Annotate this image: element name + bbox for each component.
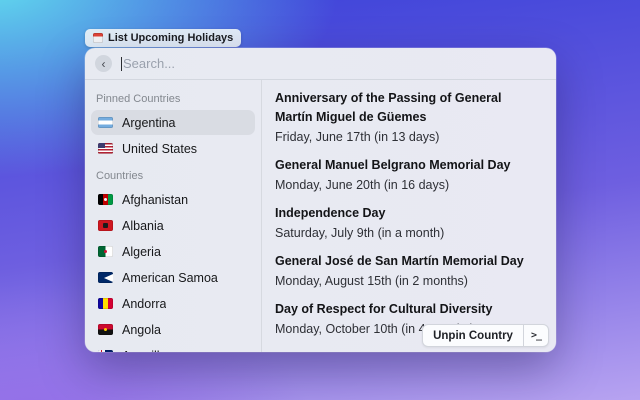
holidays-window: ‹ Pinned Countries Argentina United States… — [85, 48, 556, 352]
window-body: Pinned Countries Argentina United States Co… — [85, 80, 556, 352]
sidebar-item-afghanistan[interactable]: Afghanistan — [91, 187, 255, 212]
sidebar-item-anguilla[interactable]: Anguilla — [91, 343, 255, 352]
sidebar-item-algeria[interactable]: Algeria — [91, 239, 255, 264]
unpin-country-button[interactable]: Unpin Country — [423, 325, 523, 346]
section-header-countries: Countries — [96, 170, 250, 182]
angola-flag-icon — [98, 324, 113, 335]
albania-flag-icon — [98, 220, 113, 231]
american-samoa-flag-icon — [98, 272, 113, 283]
back-button[interactable]: ‹ — [95, 55, 112, 72]
command-pill[interactable]: List Upcoming Holidays — [85, 29, 241, 47]
holiday-title: General Manuel Belgrano Memorial Day — [275, 156, 542, 175]
holiday-date: Monday, June 20th (in 16 days) — [275, 176, 542, 195]
calendar-icon — [93, 33, 103, 43]
desktop-background: List Upcoming Holidays ‹ Pinned Countrie… — [0, 0, 640, 400]
sidebar-item-albania[interactable]: Albania — [91, 213, 255, 238]
sidebar-item-label: Argentina — [122, 116, 176, 130]
sidebar-item-andorra[interactable]: Andorra — [91, 291, 255, 316]
country-sidebar: Pinned Countries Argentina United States Co… — [85, 80, 262, 352]
holiday-title: General José de San Martín Memorial Day — [275, 252, 542, 271]
sidebar-item-label: Anguilla — [122, 349, 166, 353]
afghanistan-flag-icon — [98, 194, 113, 205]
search-input[interactable] — [123, 56, 546, 71]
sidebar-item-angola[interactable]: Angola — [91, 317, 255, 342]
holiday-date: Monday, August 15th (in 2 months) — [275, 272, 542, 291]
terminal-prompt-icon: >_ — [531, 330, 541, 341]
holiday-title: Anniversary of the Passing of General Ma… — [275, 89, 542, 127]
united-states-flag-icon — [98, 143, 113, 154]
algeria-flag-icon — [98, 246, 113, 257]
anguilla-flag-icon — [98, 350, 113, 352]
holiday-item: General José de San Martín Memorial DayM… — [275, 252, 542, 291]
argentina-flag-icon — [98, 117, 113, 128]
sidebar-item-argentina[interactable]: Argentina — [91, 110, 255, 135]
sidebar-item-label: Albania — [122, 219, 164, 233]
search-header: ‹ — [85, 48, 556, 80]
action-bar: Unpin Country >_ — [422, 324, 549, 347]
sidebar-item-label: Algeria — [122, 245, 161, 259]
holiday-title: Day of Respect for Cultural Diversity — [275, 300, 542, 319]
sidebar-item-label: Andorra — [122, 297, 166, 311]
holiday-detail-pane: Anniversary of the Passing of General Ma… — [262, 80, 556, 352]
command-pill-label: List Upcoming Holidays — [108, 32, 233, 44]
sidebar-item-label: United States — [122, 142, 197, 156]
sidebar-item-label: Afghanistan — [122, 193, 188, 207]
holiday-item: Anniversary of the Passing of General Ma… — [275, 89, 542, 147]
holiday-item: General Manuel Belgrano Memorial DayMond… — [275, 156, 542, 195]
section-header-pinned-countries: Pinned Countries — [96, 93, 250, 105]
text-caret — [121, 57, 122, 71]
holiday-item: Independence DaySaturday, July 9th (in a… — [275, 204, 542, 243]
sidebar-item-label: American Samoa — [122, 271, 218, 285]
sidebar-item-united-states[interactable]: United States — [91, 136, 255, 161]
sidebar-item-label: Angola — [122, 323, 161, 337]
holiday-date: Saturday, July 9th (in a month) — [275, 224, 542, 243]
holiday-date: Friday, June 17th (in 13 days) — [275, 128, 542, 147]
search-field — [121, 48, 546, 79]
andorra-flag-icon — [98, 298, 113, 309]
terminal-icon-button[interactable]: >_ — [524, 325, 548, 346]
holiday-title: Independence Day — [275, 204, 542, 223]
holiday-list: Anniversary of the Passing of General Ma… — [275, 89, 542, 339]
sidebar-item-american-samoa[interactable]: American Samoa — [91, 265, 255, 290]
chevron-left-icon: ‹ — [102, 57, 106, 71]
